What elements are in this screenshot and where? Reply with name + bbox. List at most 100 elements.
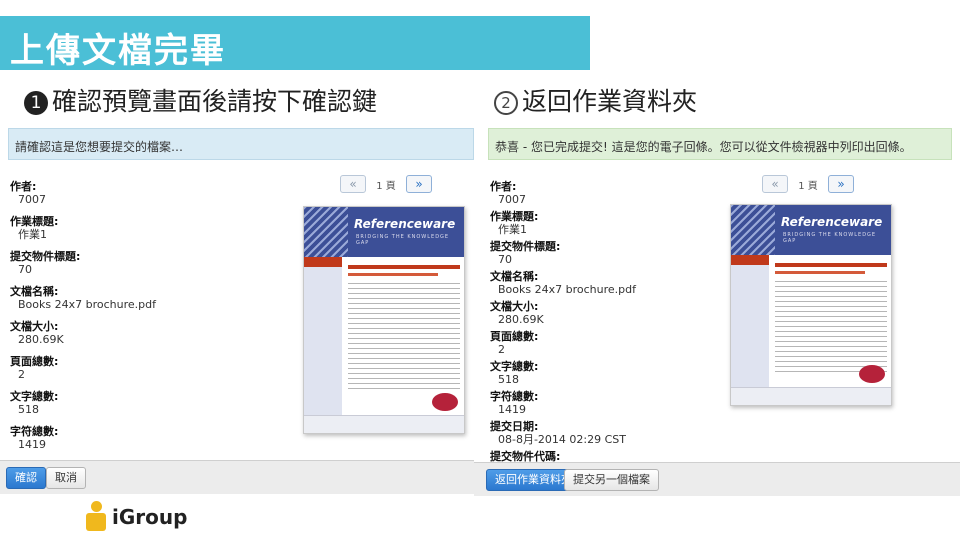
document-body-text: [775, 281, 887, 373]
field-page-count: 頁面總數: 2: [10, 355, 290, 381]
page-indicator: 1 頁: [376, 180, 396, 192]
document-preview: Referenceware BRIDGING THE KNOWLEDGE GAP: [730, 204, 892, 406]
field-value: 08-8月-2014 02:29 CST: [498, 433, 627, 446]
field-file-size: 文檔大小: 280.69K: [10, 320, 290, 346]
books24x7-logo-icon: [859, 365, 885, 383]
title-banner: 上傳文檔完畢: [0, 16, 590, 71]
field-value: Books 24x7 brochure.pdf: [18, 298, 156, 311]
document-heading: [775, 263, 887, 267]
receipt-details: 作者: 7007 作業標題: 作業1 提交物件標題: 70 文檔名稱: Books 24…: [490, 180, 770, 480]
confirm-button[interactable]: 確認: [6, 467, 46, 489]
page-indicator: 1 頁: [798, 180, 818, 192]
step-1-text: 確認預覽畫面後請按下確認鍵: [52, 87, 378, 116]
field-file-name: 文檔名稱: Books 24x7 brochure.pdf: [10, 285, 290, 311]
field-value: 2: [498, 343, 505, 356]
document-footer: [731, 387, 891, 405]
document-footer: [304, 415, 464, 433]
field-label: 頁面總數:: [10, 355, 59, 368]
field-file-size: 文檔大小: 280.69K: [490, 300, 770, 326]
receipt-panel: 恭喜 - 您已完成提交! 這是您的電子回條。您可以從文件檢視器中列印出回條。 作…: [480, 128, 952, 496]
field-value: 作業1: [498, 223, 527, 236]
prev-page-button[interactable]: «: [762, 175, 788, 193]
field-label: 文字總數:: [10, 390, 59, 403]
next-page-button[interactable]: »: [828, 175, 854, 193]
document-brand: Referenceware: [781, 215, 883, 229]
document-preview: Referenceware BRIDGING THE KNOWLEDGE GAP: [303, 206, 465, 434]
step-2-text: 返回作業資料夾: [522, 87, 698, 116]
books24x7-logo-icon: [432, 393, 458, 411]
field-char-count: 字符總數: 1419: [490, 390, 770, 416]
document-tagline: BRIDGING THE KNOWLEDGE GAP: [783, 232, 877, 244]
step-2-instruction: 2 返回作業資料夾: [494, 82, 697, 118]
igroup-logo-icon: [82, 501, 110, 533]
document-subheading: [775, 271, 865, 274]
field-author: 作者: 7007: [490, 180, 770, 206]
field-label: 提交物件標題:: [490, 240, 561, 253]
field-label: 作者:: [10, 180, 37, 193]
field-word-count: 文字總數: 518: [10, 390, 290, 416]
step-1-instruction: 1 確認預覽畫面後請按下確認鍵: [24, 82, 377, 118]
field-page-count: 頁面總數: 2: [490, 330, 770, 356]
page-navigator: « 1 頁 »: [340, 174, 432, 194]
submit-another-file-button[interactable]: 提交另一個檔案: [564, 469, 659, 491]
field-word-count: 文字總數: 518: [490, 360, 770, 386]
field-value: 70: [498, 253, 512, 266]
field-value: 1419: [18, 438, 46, 451]
field-label: 作業標題:: [10, 215, 59, 228]
field-label: 字符總數:: [10, 425, 59, 438]
field-label: 字符總數:: [490, 390, 539, 403]
field-file-name: 文檔名稱: Books 24x7 brochure.pdf: [490, 270, 770, 296]
cancel-button[interactable]: 取消: [46, 467, 86, 489]
page-navigator: « 1 頁 »: [762, 174, 854, 194]
field-value: Books 24x7 brochure.pdf: [498, 283, 636, 296]
prev-page-button[interactable]: «: [340, 175, 366, 193]
field-label: 作者:: [490, 180, 517, 193]
field-label: 文檔名稱:: [490, 270, 539, 283]
field-assignment-title: 作業標題: 作業1: [10, 215, 290, 241]
document-brand: Referenceware: [354, 217, 456, 231]
preview-panel: 請確認這是您想要提交的檔案… 作者: 7007 作業標題: 作業1 提交物件標題: 7…: [0, 128, 474, 496]
next-page-button[interactable]: »: [406, 175, 432, 193]
field-value: 2: [18, 368, 25, 381]
slide: 上傳文檔完畢 1 確認預覽畫面後請按下確認鍵 2 返回作業資料夾 請確認這是您想要提…: [0, 0, 960, 540]
field-author: 作者: 7007: [10, 180, 290, 206]
document-header: Referenceware BRIDGING THE KNOWLEDGE GAP: [731, 205, 891, 255]
field-value: 518: [18, 403, 39, 416]
field-label: 頁面總數:: [490, 330, 539, 343]
field-value: 518: [498, 373, 519, 386]
field-value: 作業1: [18, 228, 47, 241]
field-label: 提交物件標題:: [10, 250, 81, 263]
field-label: 文檔大小:: [490, 300, 539, 313]
igroup-logo: iGroup: [82, 500, 187, 534]
page-title: 上傳文檔完畢: [10, 31, 226, 71]
preview-action-bar: 確認 取消: [0, 460, 474, 494]
document-accent-bar: [304, 257, 342, 267]
field-submission-title: 提交物件標題: 70: [490, 240, 770, 266]
document-sidebar: [731, 265, 769, 389]
step-number-2: 2: [494, 91, 518, 115]
field-label: 文檔名稱:: [10, 285, 59, 298]
document-body-text: [348, 283, 460, 393]
field-label: 作業標題:: [490, 210, 539, 223]
field-value: 280.69K: [18, 333, 64, 346]
field-submission-title: 提交物件標題: 70: [10, 250, 290, 276]
field-assignment-title: 作業標題: 作業1: [490, 210, 770, 236]
logo-text: iGroup: [112, 505, 188, 529]
success-message: 恭喜 - 您已完成提交! 這是您的電子回條。您可以從文件檢視器中列印出回條。: [488, 128, 952, 160]
receipt-action-bar: 返回作業資料夾 提交另一個檔案: [474, 462, 960, 496]
field-label: 文檔大小:: [10, 320, 59, 333]
document-accent-bar: [731, 255, 769, 265]
field-value: 70: [18, 263, 32, 276]
document-subheading: [348, 273, 438, 276]
field-value: 280.69K: [498, 313, 544, 326]
document-heading: [348, 265, 460, 269]
field-char-count: 字符總數: 1419: [10, 425, 290, 451]
field-value: 7007: [18, 193, 46, 206]
document-tagline: BRIDGING THE KNOWLEDGE GAP: [356, 234, 450, 246]
field-label: 文字總數:: [490, 360, 539, 373]
step-number-1: 1: [24, 91, 48, 115]
field-value: 1419: [498, 403, 526, 416]
field-submission-date: 提交日期: 08-8月-2014 02:29 CST: [490, 420, 770, 446]
field-value: 7007: [498, 193, 526, 206]
document-header: Referenceware BRIDGING THE KNOWLEDGE GAP: [304, 207, 464, 257]
